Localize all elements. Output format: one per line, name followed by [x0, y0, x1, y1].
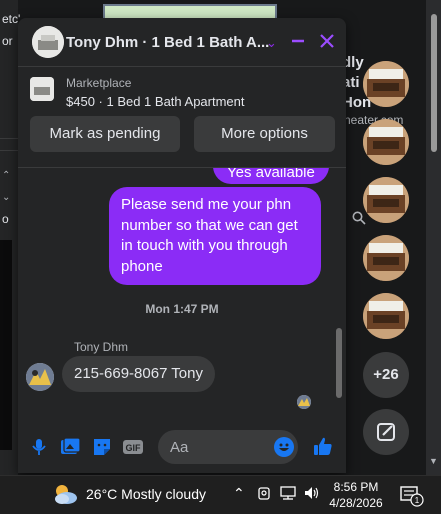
- marketplace-label: Marketplace: [66, 76, 132, 90]
- listing-thumbnail[interactable]: [30, 77, 54, 101]
- message-input-placeholder: Aa: [170, 439, 189, 456]
- notification-button[interactable]: 1: [400, 484, 426, 513]
- minimize-icon: [292, 39, 304, 43]
- volume-icon[interactable]: [303, 485, 321, 504]
- message-list[interactable]: Yes available Please send me your phn nu…: [18, 168, 346, 418]
- sender-name: Tony Dhm: [74, 340, 129, 354]
- chat-head-avatar[interactable]: [363, 61, 409, 107]
- more-chats-button[interactable]: +26: [363, 352, 409, 398]
- chat-head-avatar[interactable]: [363, 235, 409, 281]
- compose-icon: [377, 423, 395, 441]
- seen-receipt-avatar: [297, 395, 311, 409]
- search-icon[interactable]: [352, 211, 366, 228]
- weather-text[interactable]: 26°C Mostly cloudy: [86, 486, 206, 502]
- clock-time: 8:56 PM: [333, 480, 379, 494]
- sticker-icon[interactable]: [91, 436, 113, 458]
- notification-count: 1: [415, 496, 420, 505]
- chevron-up-icon[interactable]: ⌃: [233, 485, 245, 502]
- message-timestamp: Mon 1:47 PM: [145, 302, 219, 316]
- message-scrollbar-thumb[interactable]: [336, 328, 342, 398]
- chevron-down-icon[interactable]: ⌄: [266, 32, 277, 54]
- chevron-down-icon: ⌄: [2, 192, 11, 203]
- chat-window: Tony Dhm · 1 Bed 1 Bath A... ⌄ Marketpla…: [18, 18, 346, 473]
- message-scrollbar[interactable]: [334, 168, 342, 418]
- scroll-down-arrow-icon[interactable]: ▼: [429, 456, 438, 466]
- outgoing-message: Please send me your phn number so that w…: [109, 187, 321, 285]
- more-options-button[interactable]: More options: [194, 116, 335, 152]
- contact-avatar[interactable]: [32, 26, 64, 58]
- chat-head-avatar[interactable]: [363, 293, 409, 339]
- listing-title[interactable]: $450 · 1 Bed 1 Bath Apartment: [66, 94, 245, 109]
- clock-date: 4/28/2026: [329, 496, 383, 510]
- background-divider: [0, 138, 18, 139]
- outgoing-message: Yes available: [213, 168, 329, 184]
- close-icon: [320, 34, 334, 48]
- background-divider: [0, 150, 18, 151]
- close-button[interactable]: [319, 30, 335, 57]
- chevron-up-icon: ⌃: [2, 170, 11, 181]
- like-icon[interactable]: [312, 435, 334, 457]
- background-text: or: [2, 34, 13, 48]
- message-input[interactable]: Aa: [158, 430, 298, 464]
- emoji-icon[interactable]: [274, 437, 294, 457]
- weather-icon[interactable]: [52, 482, 78, 511]
- marketplace-panel: Marketplace $450 · 1 Bed 1 Bath Apartmen…: [18, 67, 346, 168]
- gif-icon[interactable]: GIF: [122, 436, 144, 458]
- gif-label: GIF: [126, 443, 142, 453]
- background-left-dark: [0, 240, 12, 450]
- sender-avatar[interactable]: [26, 363, 54, 391]
- clock[interactable]: 8:56 PM 4/28/2026: [328, 479, 384, 511]
- chat-title[interactable]: Tony Dhm · 1 Bed 1 Bath A...: [66, 34, 269, 51]
- page-scrollbar-thumb[interactable]: [431, 14, 437, 152]
- chat-head-avatar[interactable]: [363, 177, 409, 223]
- background-text: o: [2, 212, 9, 226]
- chat-head-avatar[interactable]: [363, 119, 409, 165]
- mark-as-pending-button[interactable]: Mark as pending: [30, 116, 180, 152]
- message-composer: GIF Aa: [18, 422, 346, 473]
- microphone-icon[interactable]: [28, 436, 50, 458]
- minimize-button[interactable]: [291, 30, 305, 57]
- network-icon[interactable]: [279, 485, 297, 504]
- chat-header[interactable]: Tony Dhm · 1 Bed 1 Bath A... ⌄: [18, 18, 346, 67]
- notification-icon: 1: [400, 486, 424, 507]
- photo-icon[interactable]: [59, 436, 81, 458]
- incoming-message: 215-669-8067 Tony: [62, 356, 215, 392]
- taskbar: 26°C Mostly cloudy ⌃ 8:56 PM 4/28/2026 1: [0, 475, 441, 514]
- new-message-button[interactable]: [363, 409, 409, 455]
- camera-icon[interactable]: [257, 485, 271, 504]
